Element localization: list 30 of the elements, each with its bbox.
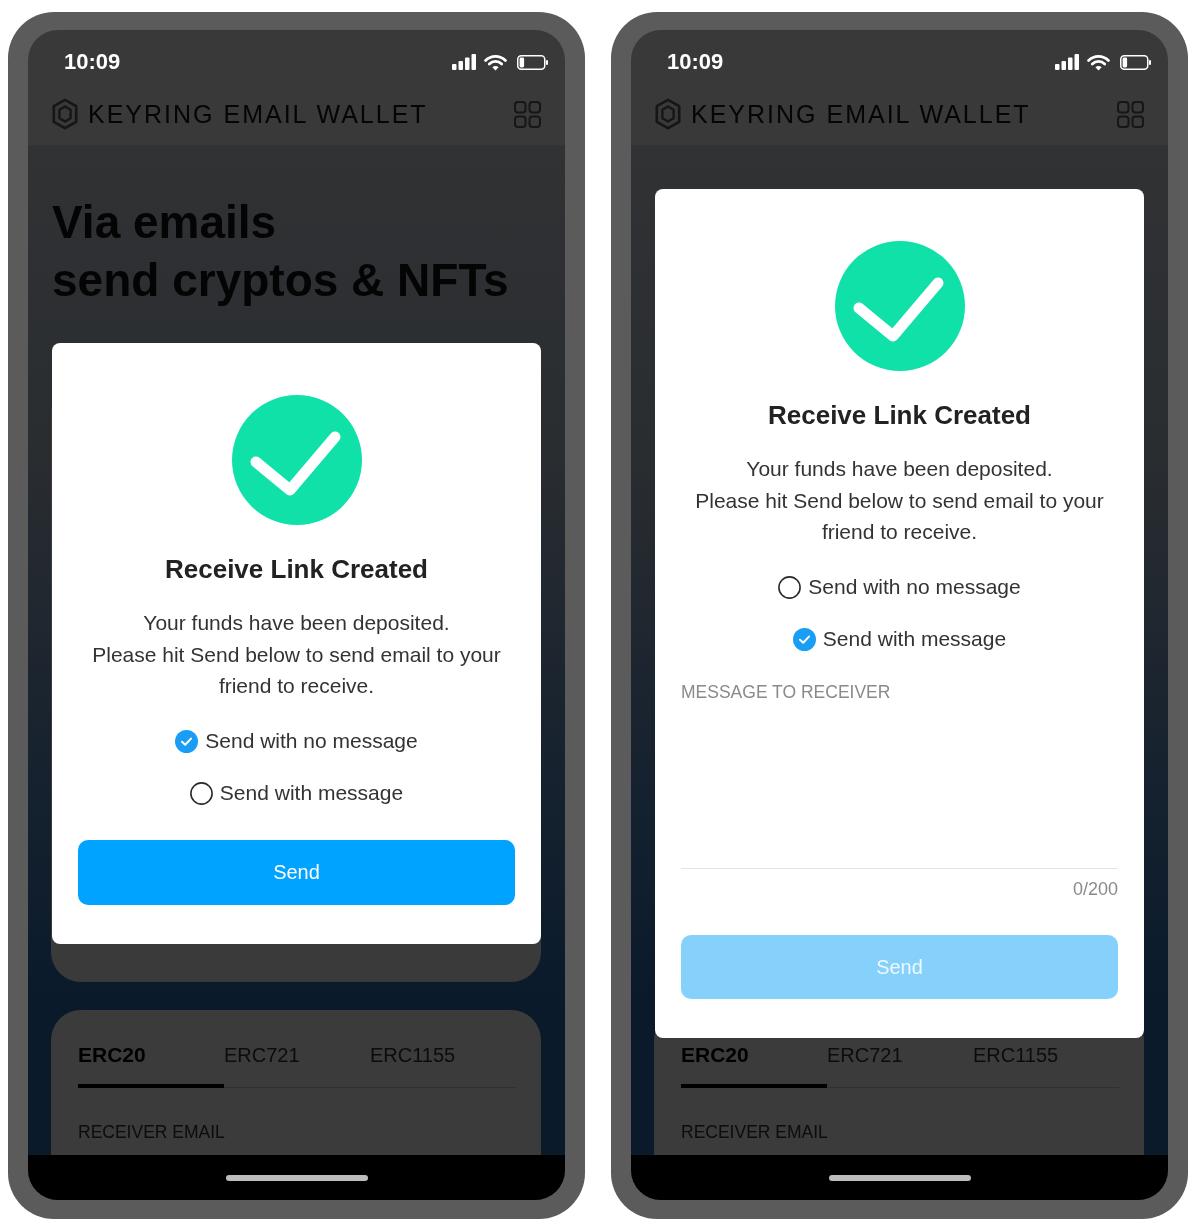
status-time: 10:09 — [64, 49, 121, 75]
check-circle-icon — [834, 241, 965, 371]
radio-icon[interactable] — [792, 627, 816, 651]
radio-option[interactable]: Send with message — [792, 624, 1007, 654]
battery-icon — [1120, 54, 1151, 70]
grid-icon[interactable] — [514, 100, 541, 128]
signal-icon — [452, 54, 476, 70]
dialog-message: Your funds have been deposited. Please hit Send below to send email to your friend to receive. — [694, 456, 1105, 545]
radio-option[interactable]: Send with message — [189, 778, 404, 808]
check-circle-icon — [231, 395, 362, 525]
logo-icon — [52, 98, 78, 130]
battery-icon — [517, 54, 548, 70]
radio-icon[interactable] — [189, 781, 213, 805]
grid-icon[interactable] — [1117, 100, 1144, 128]
dialog-message: Your funds have been deposited. Please hit Send below to send email to your friend to receive. — [91, 610, 502, 699]
character-counter: 0/200 — [1072, 879, 1118, 899]
logo-icon — [655, 98, 681, 130]
radio-icon[interactable] — [778, 575, 802, 599]
wifi-icon — [484, 53, 507, 71]
radio-icon[interactable] — [175, 729, 199, 753]
dialog-title: Receive Link Created — [768, 399, 1031, 431]
send-button[interactable]: Send — [78, 840, 515, 905]
dialog-title: Receive Link Created — [165, 553, 428, 585]
radio-option[interactable]: Send with no message — [175, 726, 418, 756]
message-field[interactable]: MESSAGE TO RECEIVER — [681, 682, 1118, 869]
status-time: 10:09 — [667, 49, 724, 75]
radio-option[interactable]: Send with no message — [778, 572, 1021, 602]
signal-icon — [1055, 54, 1079, 70]
tab[interactable]: ERC20 — [78, 1040, 224, 1088]
wifi-icon — [1087, 53, 1110, 71]
